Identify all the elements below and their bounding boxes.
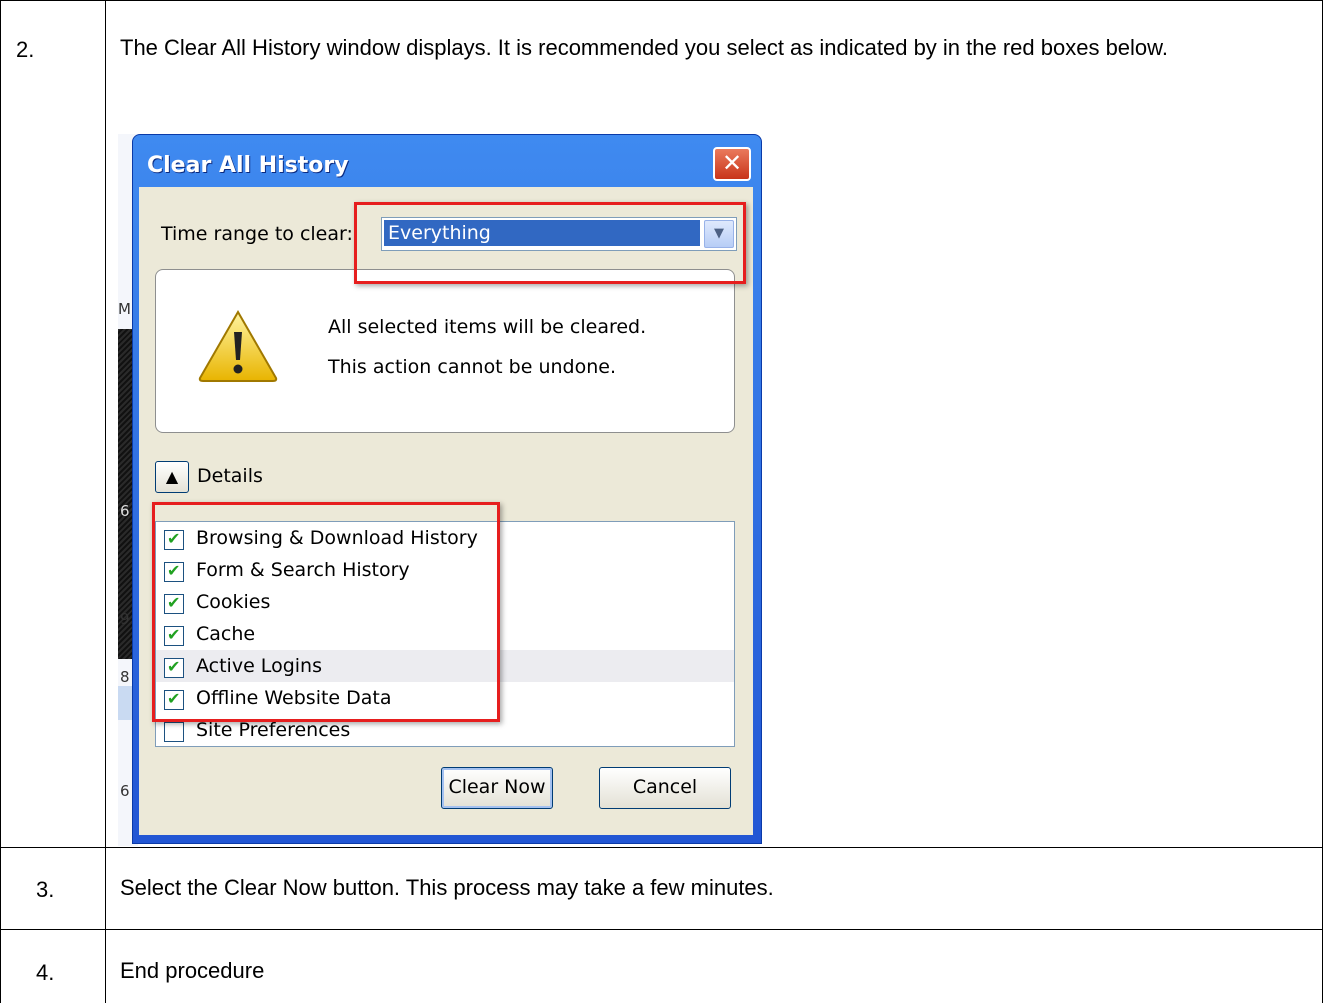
table-border-top — [0, 0, 1323, 1]
step-text: Select the Clear Now button. This proces… — [120, 875, 774, 900]
warning-text-line: All selected items will be cleared. — [328, 316, 647, 338]
close-icon[interactable]: ✕ — [713, 147, 751, 181]
step-text: End procedure — [120, 958, 265, 983]
time-range-label: Time range to clear: — [161, 223, 353, 245]
item-label: Site Preferences — [196, 719, 351, 741]
clear-now-button[interactable]: Clear Now — [441, 767, 553, 809]
step-number: 2. — [16, 37, 35, 62]
warning-panel: All selected items will be cleared. This… — [155, 269, 735, 433]
checkbox[interactable] — [164, 722, 184, 742]
table-column-divider — [105, 0, 106, 1003]
step-number: 3. — [36, 877, 55, 902]
details-label: Details — [197, 465, 263, 487]
background-text-fragment: M — [118, 300, 131, 318]
background-text-fragment: 9 — [120, 610, 130, 628]
warning-triangle-icon — [198, 309, 278, 382]
dialog-screenshot: M 6 9 8 6 Clear All History ✕ Time range… — [118, 134, 762, 846]
background-text-fragment: 6 — [120, 782, 130, 800]
step-number: 4. — [36, 960, 55, 985]
cancel-button[interactable]: Cancel — [599, 767, 731, 809]
table-row-divider — [0, 929, 1323, 930]
dialog-title: Clear All History — [147, 153, 349, 178]
warning-text-line: This action cannot be undone. — [328, 356, 617, 378]
step-text: The Clear All History window displays. I… — [120, 35, 1168, 60]
chevron-up-icon[interactable]: ▲ — [155, 461, 189, 493]
highlight-box-items — [152, 502, 500, 722]
table-row-divider — [0, 847, 1323, 848]
background-text-fragment: 8 — [120, 668, 130, 686]
background-text-fragment: 6 — [120, 502, 130, 520]
table-border-left — [0, 0, 1, 1003]
highlight-box-time-range — [354, 202, 746, 284]
